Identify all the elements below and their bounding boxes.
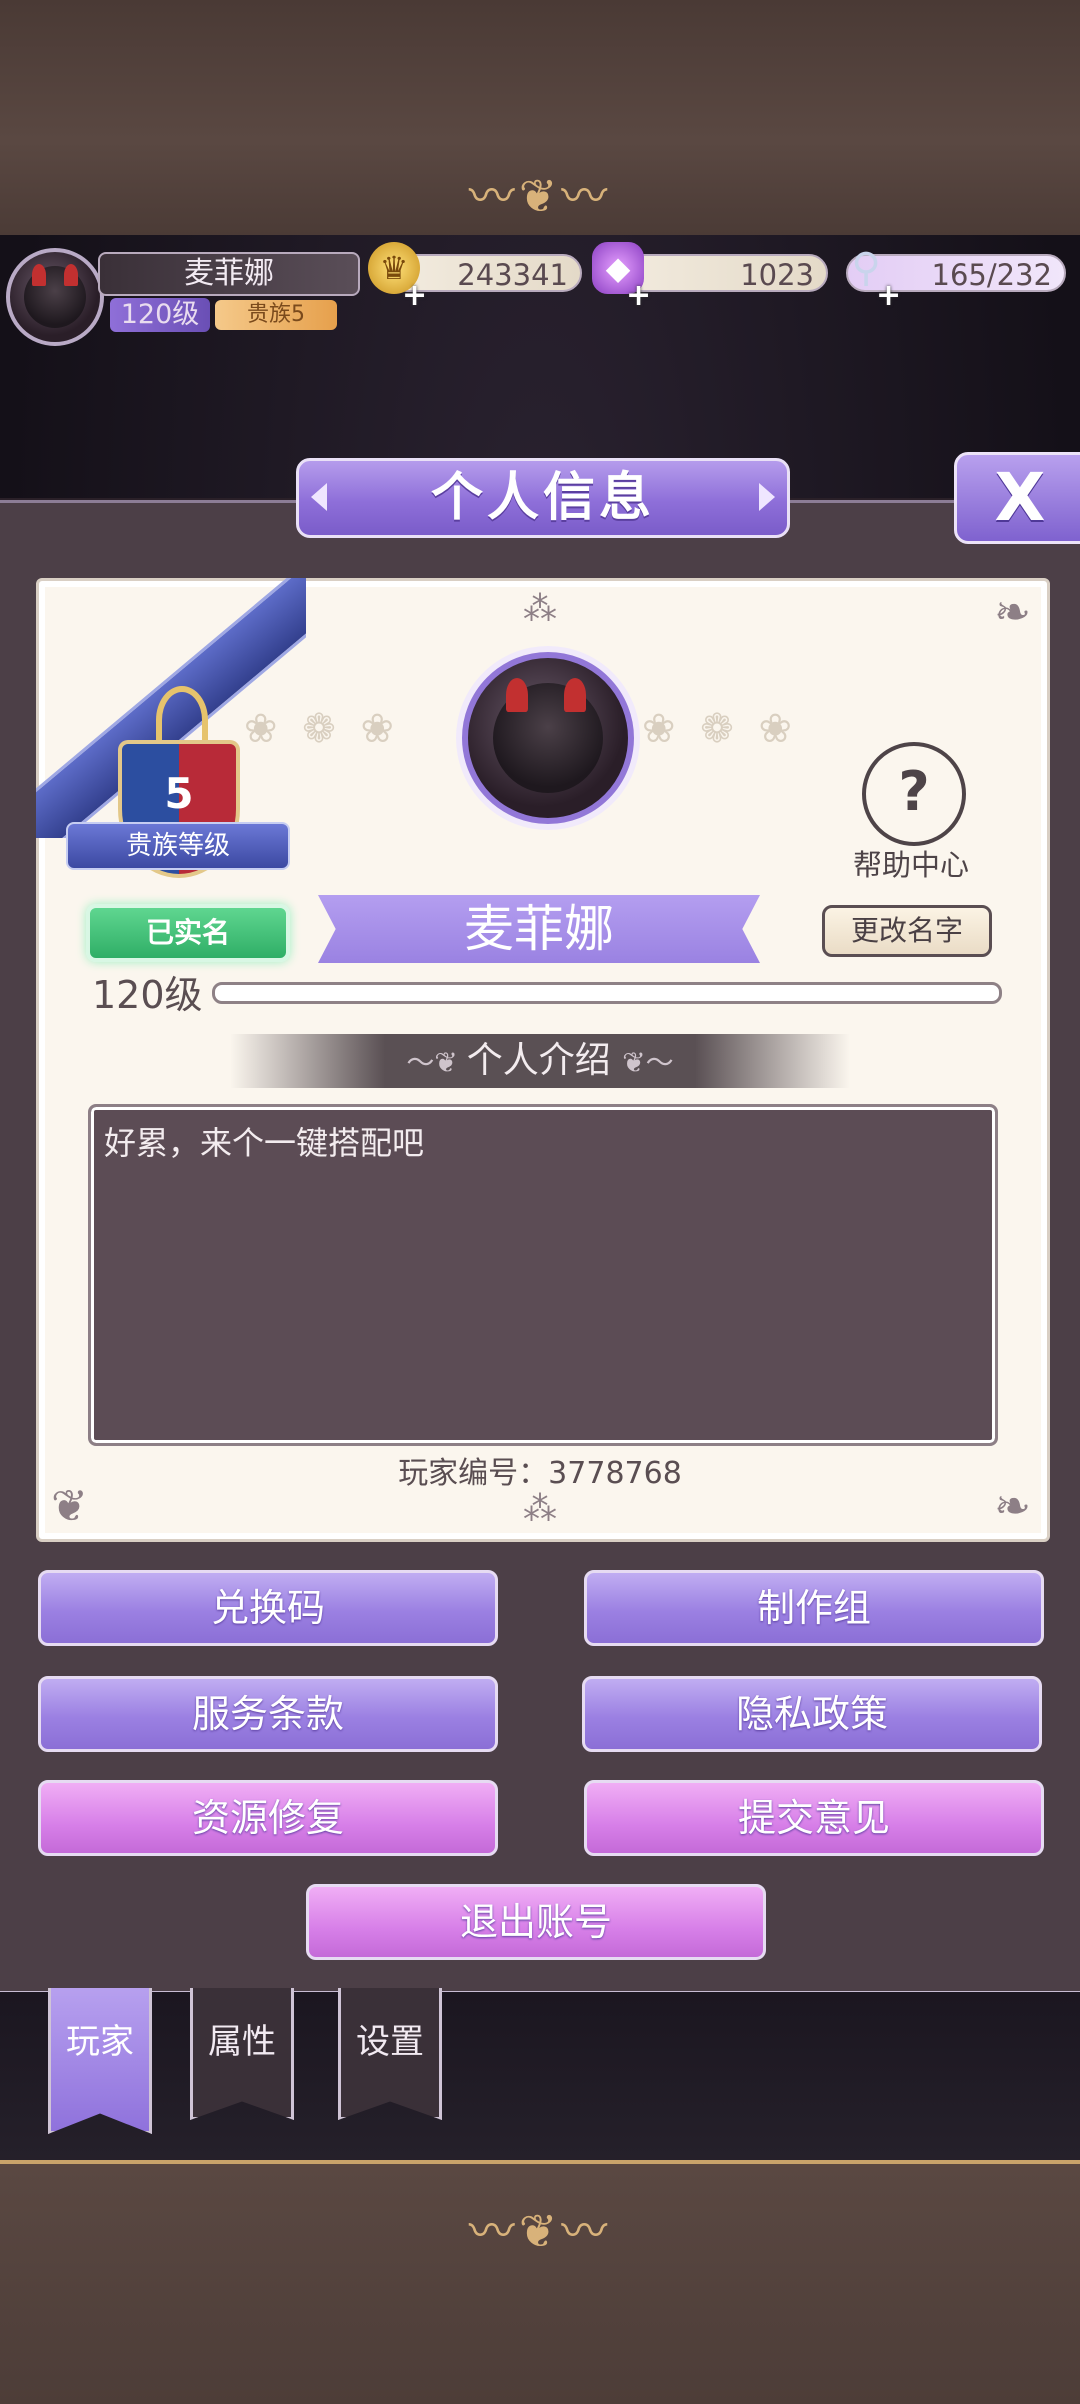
feedback-button[interactable]: 提交意见: [584, 1780, 1044, 1856]
hud-player-name: 麦菲娜: [98, 252, 360, 296]
avatar-horn-icon: [64, 264, 78, 286]
credits-button[interactable]: 制作组: [584, 1570, 1044, 1646]
rename-button[interactable]: 更改名字: [822, 905, 992, 957]
player-avatar-large[interactable]: [462, 652, 634, 824]
intro-ornament-right-icon: ❦〜: [622, 1046, 674, 1079]
hud-bar: 麦菲娜 120级 贵族5 243341 ♛ + 1023 ◆ + 165/232…: [0, 238, 1080, 348]
terms-button[interactable]: 服务条款: [38, 1676, 498, 1752]
help-book-icon[interactable]: ?: [862, 742, 966, 846]
bottom-flourish: 〰❦〰: [468, 2204, 612, 2258]
intro-text: 好累，来个一键搭配吧: [104, 1124, 425, 1162]
top-center-ornament-icon: ⁂: [523, 589, 557, 629]
xp-progress-bar: [212, 982, 1002, 1004]
vine-decor-right: ❀ ❁ ❀: [642, 706, 798, 752]
repair-resources-button[interactable]: 资源修复: [38, 1780, 498, 1856]
vine-decor-left: ❀ ❁ ❀: [244, 706, 400, 752]
redeem-code-button[interactable]: 兑换码: [38, 1570, 498, 1646]
help-center-label[interactable]: 帮助中心: [840, 842, 982, 884]
intro-title-text: 个人介绍: [466, 1040, 611, 1081]
logout-button[interactable]: 退出账号: [306, 1884, 766, 1960]
bottom-center-ornament-icon: ⁂: [523, 1489, 557, 1529]
noble-level-label: 贵族等级: [66, 822, 290, 870]
corner-ornament-icon: ❧: [994, 587, 1031, 638]
intro-section-title: 〜❦ 个人介绍 ❦〜: [230, 1034, 850, 1088]
privacy-button[interactable]: 隐私政策: [582, 1676, 1042, 1752]
player-avatar-small[interactable]: [6, 248, 104, 346]
add-gold-button[interactable]: +: [402, 281, 427, 311]
close-button[interactable]: X: [954, 452, 1080, 544]
avatar-horn-icon: [506, 678, 528, 712]
tab-settings[interactable]: 设置: [338, 1988, 442, 2120]
player-level: 120级: [92, 973, 203, 1017]
player-name-banner: 麦菲娜: [318, 895, 760, 963]
intro-ornament-left-icon: 〜❦: [406, 1046, 467, 1079]
add-gem-button[interactable]: +: [626, 281, 651, 311]
panel-title: 个人信息: [296, 458, 790, 538]
verified-badge: 已实名: [86, 904, 290, 962]
tab-player[interactable]: 玩家: [48, 1988, 152, 2134]
hud-noble-badge: 贵族5: [215, 300, 337, 330]
top-flourish: 〰❦〰: [468, 169, 612, 223]
add-stamina-button[interactable]: +: [876, 281, 901, 311]
avatar-horn-icon: [32, 264, 46, 286]
hud-level: 120级: [110, 298, 210, 332]
tab-strip: [0, 1992, 1080, 2160]
player-id: 玩家编号：3778768: [398, 1456, 682, 1491]
avatar-horn-icon: [564, 678, 586, 712]
tab-attributes[interactable]: 属性: [190, 1988, 294, 2120]
